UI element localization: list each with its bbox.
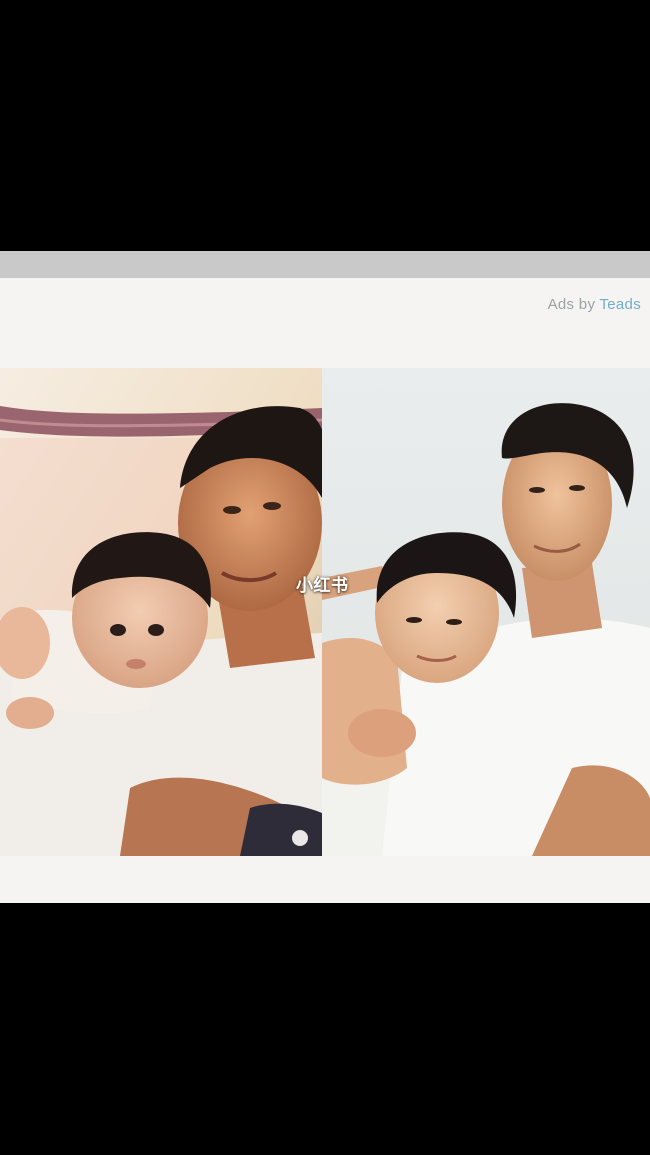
ad-card[interactable]: Ads by Teads 小红书 bbox=[0, 251, 650, 903]
ads-by-label[interactable]: Ads by Teads bbox=[548, 296, 641, 313]
left-vintage-photo bbox=[0, 368, 322, 856]
ads-by-prefix: Ads by bbox=[547, 296, 596, 313]
photo-comparison: 小红书 bbox=[0, 368, 650, 856]
right-studio-photo bbox=[322, 368, 650, 856]
father-and-child-photo-icon bbox=[0, 368, 322, 856]
xiaohongshu-watermark: 小红书 bbox=[296, 576, 349, 596]
bottom-black-bar bbox=[0, 903, 650, 1155]
top-black-bar bbox=[0, 0, 650, 251]
ads-brand-link[interactable]: Teads bbox=[599, 296, 641, 313]
card-top-strip bbox=[0, 251, 650, 278]
father-and-son-photo-icon bbox=[322, 368, 650, 856]
